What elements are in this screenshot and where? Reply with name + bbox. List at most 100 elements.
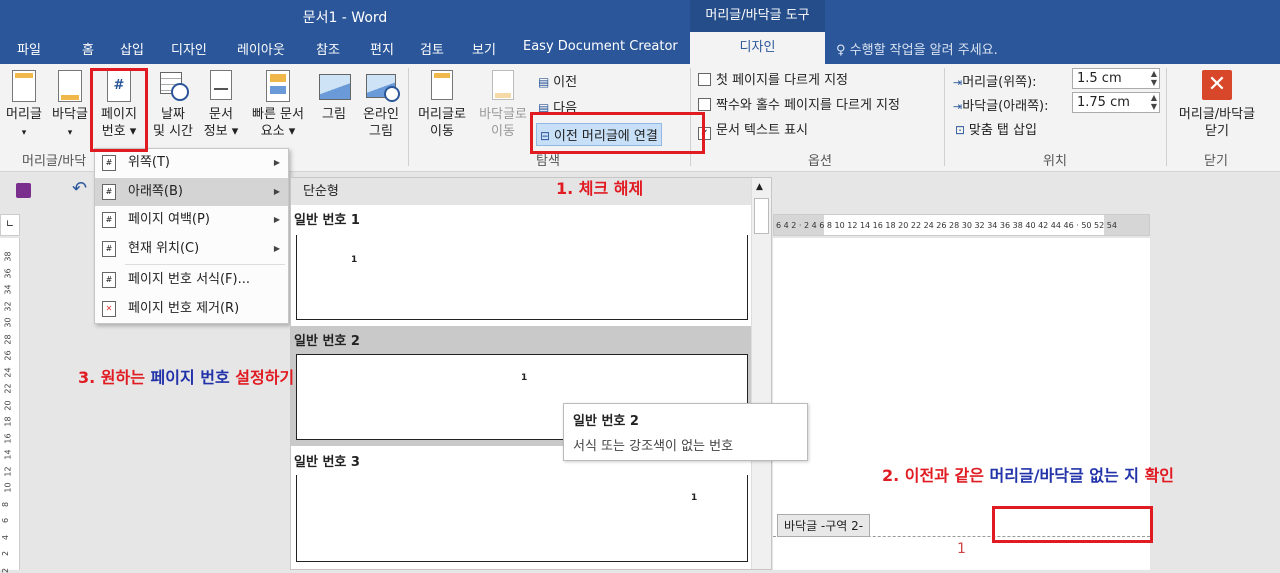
gallery-item-plain-number-3[interactable]: 1 xyxy=(296,475,748,562)
ruler-number: 10 xyxy=(3,482,13,493)
ruler-number: 12 xyxy=(3,465,13,477)
online-pictures-button[interactable]: 온라인 그림 xyxy=(358,70,404,140)
tab-review[interactable]: 검토 xyxy=(420,39,444,58)
ruler-number: 30 xyxy=(3,317,13,328)
scroll-up-icon[interactable]: ▲ xyxy=(756,182,763,192)
gallery-item-title: 일반 번호 2 xyxy=(294,334,360,349)
submenu-arrow-icon: ▶ xyxy=(273,187,280,196)
quick-parts-icon xyxy=(263,70,293,104)
ruler-number: 14 xyxy=(3,449,13,460)
goto-footer-icon xyxy=(488,70,518,104)
gallery-section-heading: 단순형 xyxy=(291,178,751,205)
ruler-number: 2 xyxy=(1,550,11,557)
group-label-header-footer: 머리글/바닥 xyxy=(22,154,87,169)
header-top-label: ⇥머리글(위쪽): xyxy=(953,75,1037,90)
goto-header-button[interactable]: 머리글로 이동 xyxy=(414,70,470,140)
save-icon[interactable] xyxy=(16,183,31,198)
submenu-arrow-icon: ▶ xyxy=(273,158,280,167)
page-margins-icon: # xyxy=(102,212,116,228)
current-position-icon: # xyxy=(102,241,116,257)
annotation-step1: 1. 체크 해제 xyxy=(556,179,644,198)
tab-mailings[interactable]: 편지 xyxy=(370,39,394,58)
document-info-button[interactable]: 문서 정보 ▾ xyxy=(201,70,241,140)
menu-item-top-of-page[interactable]: # 위쪽(T) ▶ xyxy=(95,149,288,177)
gallery-tooltip: 일반 번호 2 서식 또는 강조색이 없는 번호 xyxy=(563,403,808,461)
picture-button[interactable]: 그림 xyxy=(314,70,354,123)
gallery-item-plain-number-1[interactable]: 1 xyxy=(296,235,748,320)
tab-selector-icon[interactable]: ∟ xyxy=(0,214,20,236)
tab-file[interactable]: 파일 xyxy=(17,39,41,58)
date-time-button[interactable]: 날짜 및 시간 xyxy=(150,70,196,140)
menu-item-page-margins[interactable]: # 페이지 여백(P) ▶ xyxy=(95,206,288,234)
show-document-text-checkbox[interactable]: ✓ 문서 텍스트 표시 xyxy=(698,119,808,140)
submenu-arrow-icon: ▶ xyxy=(273,215,280,224)
close-icon: ✕ xyxy=(1202,70,1232,100)
goto-footer-button[interactable]: 바닥글로 이동 xyxy=(474,70,532,140)
close-header-footer-button[interactable]: ✕ 머리글/바닥글 닫기 xyxy=(1168,70,1266,140)
quick-parts-button[interactable]: 빠른 문서 요소 ▾ xyxy=(246,70,310,140)
tab-home[interactable]: 홈 xyxy=(82,39,94,58)
annotation-step2: 2. 이전과 같은 머리글/바닥글 없는 지 확인 xyxy=(882,466,1175,485)
ruler-number: 16 xyxy=(3,432,13,444)
vertical-ruler[interactable]: 38 36 34 32 30 28 26 24 22 20 18 16 14 12 10 8 6 4 2 2 xyxy=(0,238,20,573)
group-label-position: 위치 xyxy=(1043,154,1067,169)
tab-insert[interactable]: 삽입 xyxy=(120,39,144,58)
ruler-number: 22 xyxy=(3,383,13,394)
tooltip-title: 일반 번호 2 xyxy=(573,414,639,429)
window-title: 문서1 - Word xyxy=(302,10,388,26)
alignment-tab-icon: ⊡ xyxy=(955,123,969,137)
submenu-arrow-icon: ▶ xyxy=(273,244,280,253)
previous-button[interactable]: ▤ 이전 xyxy=(538,71,577,90)
horizontal-ruler[interactable]: 6 4 2 · 2 4 6 8 10 12 14 16 18 20 22 24 … xyxy=(773,214,1150,236)
spinner-arrows-icon[interactable]: ▲ ▼ xyxy=(1151,93,1157,111)
first-page-different-checkbox[interactable]: 첫 페이지를 다르게 지정 xyxy=(698,69,848,88)
footer-icon xyxy=(55,70,85,104)
menu-item-format-page-numbers[interactable]: # 페이지 번호 서식(F)... xyxy=(95,266,288,294)
ruler-number: 36 xyxy=(3,267,13,279)
insert-alignment-tab-button[interactable]: ⊡ 맞춤 탭 삽입 xyxy=(955,119,1037,138)
page-number-menu: # 위쪽(T) ▶ # 아래쪽(B) ▶ # 페이지 여백(P) ▶ # 현재 위치(C) ▶ … xyxy=(94,148,289,324)
tab-layout[interactable]: 레이아웃 xyxy=(237,39,285,58)
bottom-of-page-icon: # xyxy=(102,184,116,200)
odd-even-different-checkbox[interactable]: 짝수와 홀수 페이지를 다르게 지정 xyxy=(698,94,900,113)
ruler-number: 4 xyxy=(1,534,11,540)
gallery-scrollbar[interactable]: ▲ xyxy=(751,178,771,569)
page-number-field[interactable]: 1 xyxy=(957,541,966,557)
footer-bottom-spinner[interactable]: 1.75 cm ▲ ▼ xyxy=(1072,92,1160,113)
group-label-options: 옵션 xyxy=(808,154,832,169)
ruler-number: 18 xyxy=(3,416,13,427)
tooltip-description: 서식 또는 강조색이 없는 번호 xyxy=(573,439,734,454)
menu-item-bottom-of-page[interactable]: # 아래쪽(B) ▶ xyxy=(95,178,288,206)
gallery-item-title: 일반 번호 1 xyxy=(294,213,360,228)
tab-easy-document-creator[interactable]: Easy Document Creator xyxy=(523,39,678,54)
highlight-link-to-previous xyxy=(530,112,705,154)
picture-icon xyxy=(319,70,351,104)
menu-item-remove-page-numbers[interactable]: ✕ 페이지 번호 제거(R) xyxy=(95,295,288,323)
ruler-number: 32 xyxy=(3,300,13,312)
ruler-number: 2 xyxy=(1,567,11,573)
group-label-close: 닫기 xyxy=(1204,154,1228,169)
highlight-footer-area xyxy=(992,506,1153,543)
footer-button[interactable]: 바닥글 ▾ xyxy=(48,70,92,142)
tab-references[interactable]: 참조 xyxy=(316,39,340,58)
tab-hf-design[interactable]: 디자인 xyxy=(690,32,825,64)
scroll-thumb[interactable] xyxy=(754,198,769,234)
bottom-of-page-gallery: 단순형 일반 번호 1 1 일반 번호 2 1 일반 번호 3 1 ▲ xyxy=(290,177,772,570)
undo-icon[interactable]: ↶ xyxy=(72,178,87,199)
document-info-icon xyxy=(206,70,236,104)
header-top-spinner[interactable]: 1.5 cm ▲ ▼ xyxy=(1072,68,1160,89)
ruler-number: 38 xyxy=(3,251,13,262)
menu-item-current-position[interactable]: # 현재 위치(C) ▶ xyxy=(95,235,288,263)
ruler-number: 8 xyxy=(1,501,11,507)
tab-design[interactable]: 디자인 xyxy=(171,39,207,58)
tell-me-box[interactable]: ♀ 수행할 작업을 알려 주세요. xyxy=(836,39,998,58)
footer-bottom-label: ⇥바닥글(아래쪽): xyxy=(953,99,1049,114)
format-page-number-icon: # xyxy=(102,272,116,288)
highlight-page-number-button xyxy=(90,68,148,152)
header-position-icon: ⇥ xyxy=(953,76,963,89)
ruler-number: 28 xyxy=(3,333,13,345)
header-button[interactable]: 머리글 ▾ xyxy=(2,70,46,142)
tab-view[interactable]: 보기 xyxy=(472,39,496,58)
spinner-arrows-icon[interactable]: ▲ ▼ xyxy=(1151,69,1157,87)
ruler-number: 20 xyxy=(3,399,13,411)
